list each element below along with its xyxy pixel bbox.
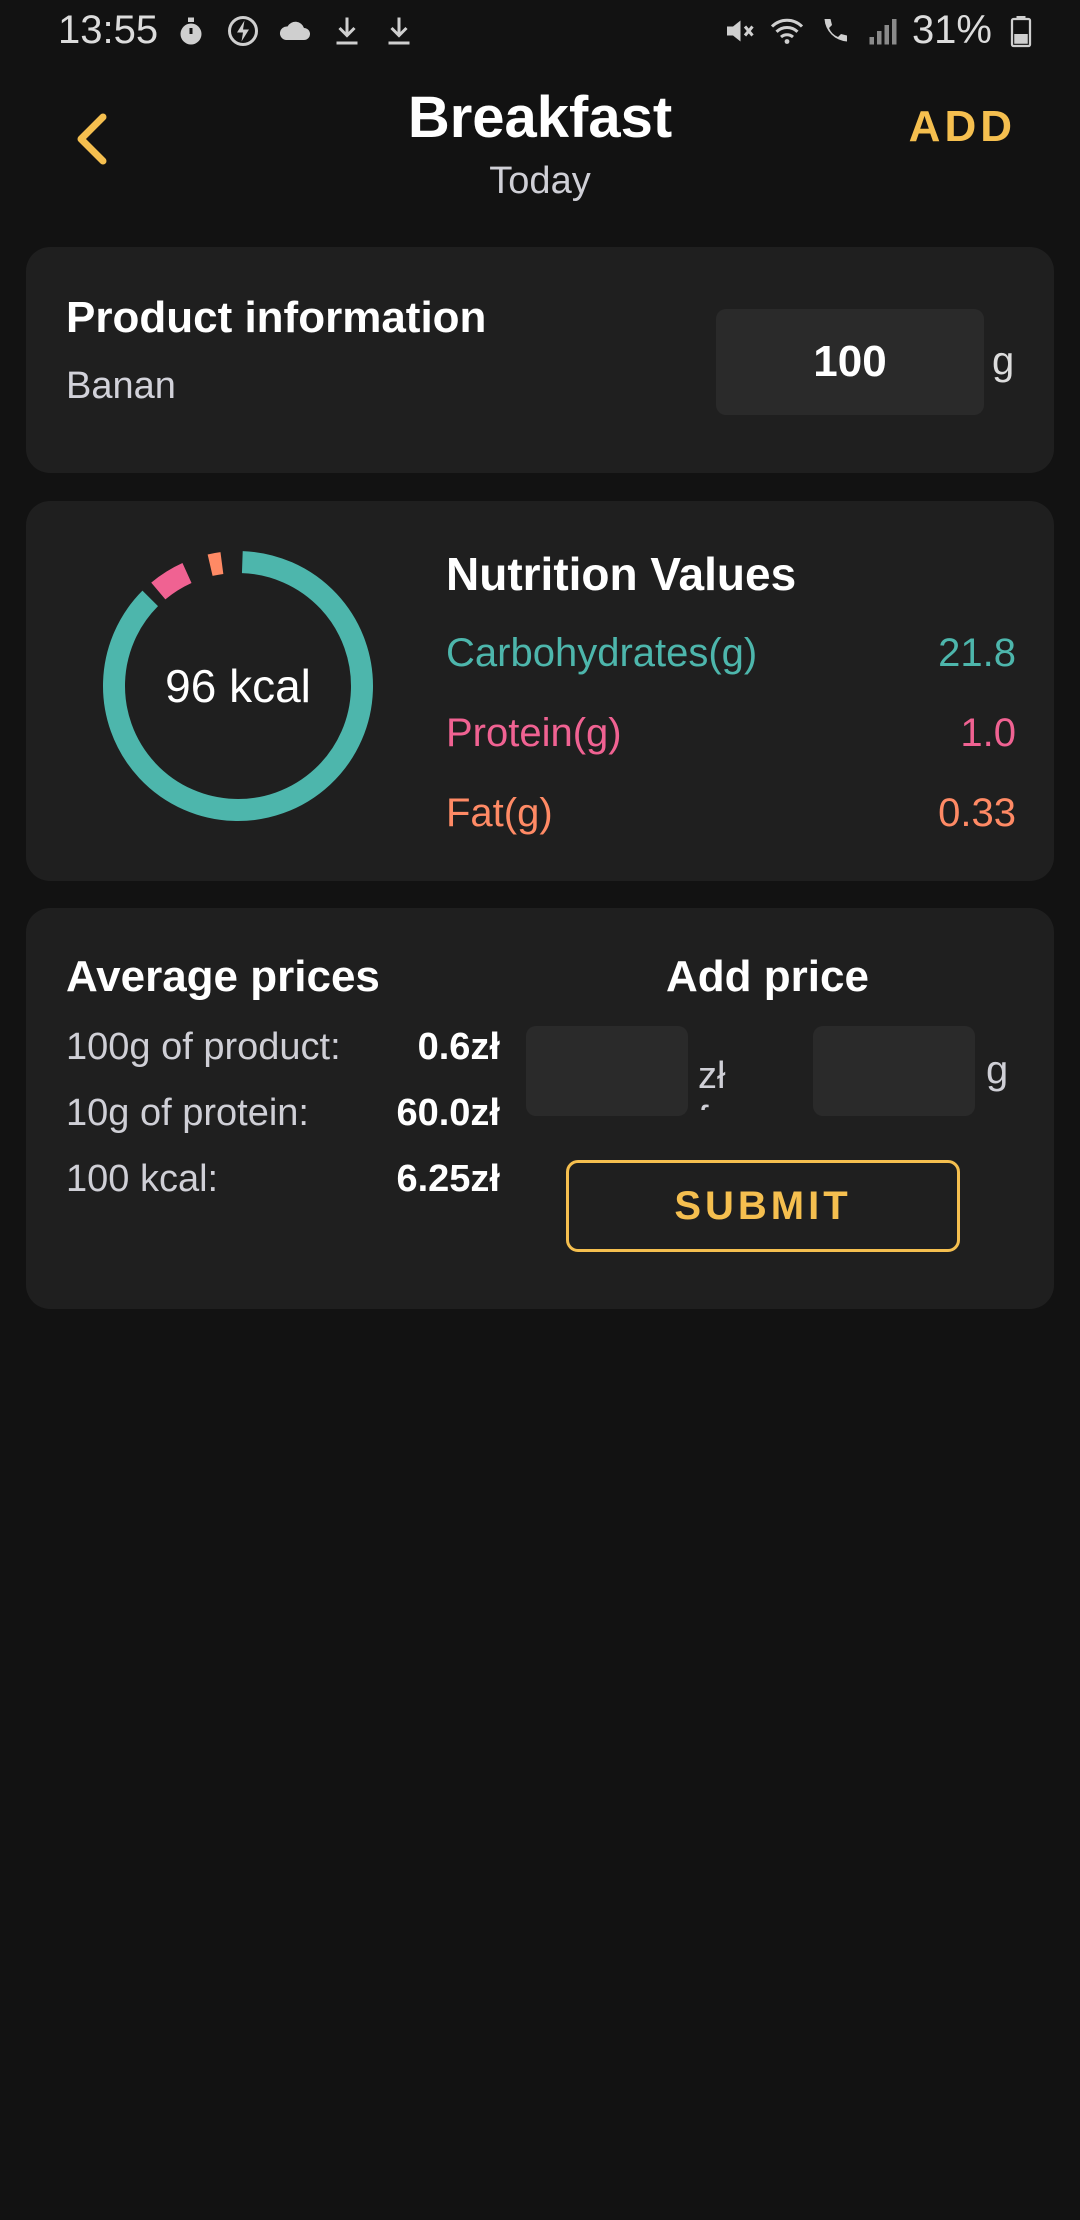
nutrition-row-carbs: Carbohydrates(g) 21.8 bbox=[446, 631, 1016, 691]
status-icons-left bbox=[172, 12, 418, 50]
stopwatch-icon bbox=[172, 12, 210, 50]
protein-label: Protein(g) bbox=[446, 711, 622, 755]
product-info-title: Product information bbox=[66, 293, 487, 342]
status-bar: 13:55 31% bbox=[0, 0, 1080, 64]
carbs-value: 21.8 bbox=[938, 631, 1016, 675]
page-subtitle: Today bbox=[489, 160, 591, 202]
price-grams-unit: g bbox=[986, 1048, 1009, 1092]
average-prices-title: Average prices bbox=[66, 952, 380, 1001]
grams-unit: g bbox=[992, 339, 1015, 383]
price-amount-input[interactable] bbox=[526, 1026, 688, 1116]
nutrition-card: 96 kcal Nutrition Values Carbohydrates(g… bbox=[26, 501, 1054, 881]
product-name: Banan bbox=[66, 365, 176, 407]
status-icons-right: 31% bbox=[720, 8, 1040, 53]
wifi-calling-icon bbox=[816, 12, 854, 50]
cloud-icon bbox=[276, 12, 314, 50]
mute-icon bbox=[720, 12, 758, 50]
avg-price-value: 60.0zł bbox=[396, 1092, 500, 1134]
avg-price-label: 10g of protein: bbox=[66, 1092, 309, 1134]
avg-price-value: 0.6zł bbox=[417, 1026, 500, 1068]
app-header: Breakfast Today ADD bbox=[0, 70, 1080, 220]
price-grams-input[interactable] bbox=[813, 1026, 975, 1116]
download-icon bbox=[380, 12, 418, 50]
fat-value: 0.33 bbox=[938, 791, 1016, 835]
nutrition-row-fat: Fat(g) 0.33 bbox=[446, 791, 1016, 851]
avg-price-label: 100 kcal: bbox=[66, 1158, 219, 1200]
zl-for-label: zł for: bbox=[698, 1055, 753, 1110]
flash-icon bbox=[224, 12, 262, 50]
nutrition-title: Nutrition Values bbox=[446, 548, 797, 600]
submit-button[interactable]: SUBMIT bbox=[566, 1160, 960, 1252]
avg-price-value: 6.25zł bbox=[396, 1158, 500, 1200]
status-time: 13:55 bbox=[58, 8, 159, 52]
download-icon bbox=[328, 12, 366, 50]
signal-icon bbox=[864, 12, 902, 50]
nutrition-row-protein: Protein(g) 1.0 bbox=[446, 711, 1016, 771]
carbs-label: Carbohydrates(g) bbox=[446, 631, 758, 675]
wifi-icon bbox=[768, 12, 806, 50]
protein-value: 1.0 bbox=[960, 711, 1016, 755]
add-button[interactable]: ADD bbox=[909, 102, 1016, 152]
kcal-label: 96 kcal bbox=[165, 660, 311, 712]
product-info-card: Product information Banan g bbox=[26, 247, 1054, 473]
prices-card: Average prices 100g of product: 0.6zł 10… bbox=[26, 908, 1054, 1309]
fat-label: Fat(g) bbox=[446, 791, 553, 835]
battery-icon bbox=[1002, 12, 1040, 50]
avg-price-label: 100g of product: bbox=[66, 1026, 341, 1068]
battery-percent: 31% bbox=[911, 8, 992, 52]
grams-input[interactable] bbox=[716, 309, 984, 415]
add-price-title: Add price bbox=[666, 952, 869, 1001]
